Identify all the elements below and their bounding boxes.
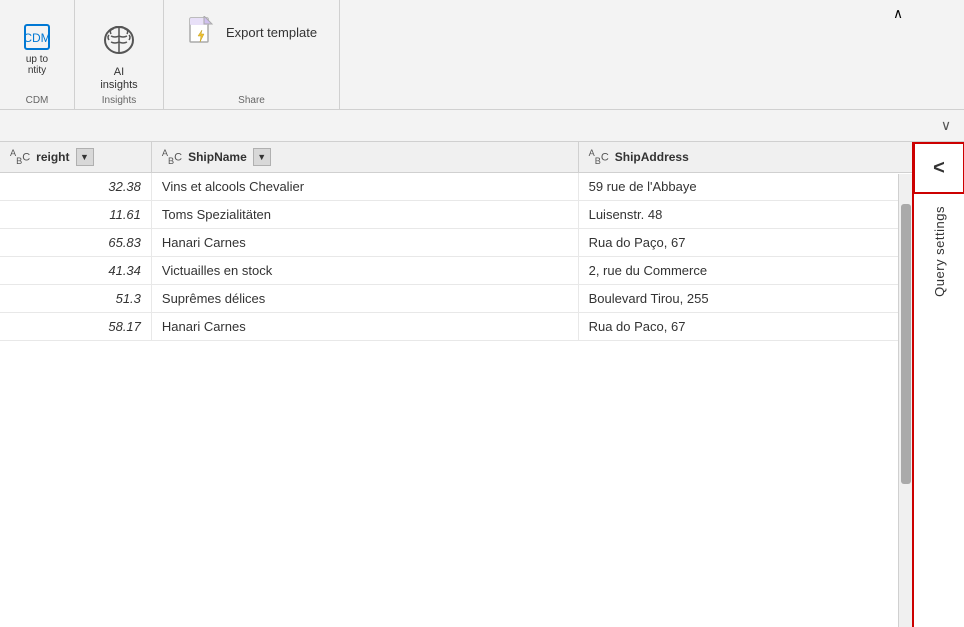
table-row: 32.38 Vins et alcools Chevalier 59 rue d… [0, 173, 964, 201]
col-header-freight: ABC reight ▼ [0, 142, 151, 173]
back-icon: < [933, 157, 945, 180]
cdm-section: CDM up to ntity CDM [0, 0, 75, 110]
shipname-type-icon: ABC [162, 148, 182, 166]
export-template-icon [186, 16, 218, 48]
ai-insights-icon [99, 22, 139, 62]
cell-shipname-5: Hanari Carnes [151, 313, 578, 341]
share-section: Export template Share [164, 0, 340, 110]
cell-shipname-2: Hanari Carnes [151, 229, 578, 257]
cell-shipname-1: Toms Spezialitäten [151, 201, 578, 229]
scrollbar-thumb[interactable] [901, 204, 911, 484]
cdm-button[interactable]: CDM up to ntity [12, 19, 62, 80]
query-settings-panel: < Query settings [912, 142, 964, 627]
freight-type-icon: ABC [10, 148, 30, 166]
cell-freight-1: 11.61 [0, 201, 151, 229]
insights-section: AI insights Insights [75, 0, 164, 110]
shipaddress-type-icon: ABC [589, 148, 609, 166]
query-settings-label: Query settings [932, 206, 947, 297]
col-shipaddress-label: ShipAddress [615, 150, 689, 164]
cdm-section-label: CDM [0, 94, 74, 106]
share-section-label: Share [164, 94, 339, 106]
query-settings-back-button[interactable]: < [913, 142, 964, 194]
col-shipname-label: ShipName [188, 150, 247, 164]
col-freight-label: reight [36, 150, 69, 164]
shipname-dropdown-button[interactable]: ▼ [253, 148, 271, 166]
table-row: 65.83 Hanari Carnes Rua do Paço, 67 [0, 229, 964, 257]
cdm-label: up to ntity [26, 54, 48, 76]
cell-freight-3: 41.34 [0, 257, 151, 285]
col-header-shipname: ABC ShipName ▼ [151, 142, 578, 173]
cell-freight-5: 58.17 [0, 313, 151, 341]
table-row: 11.61 Toms Spezialitäten Luisenstr. 48 [0, 201, 964, 229]
insights-section-label: Insights [75, 94, 163, 106]
cell-shipname-3: Victuailles en stock [151, 257, 578, 285]
main-content: ABC reight ▼ ABC ShipName ▼ [0, 142, 964, 627]
toolbar: CDM up to ntity CDM [0, 0, 964, 110]
collapse-icon: ∧ [893, 6, 903, 22]
export-template-label: Export template [226, 25, 317, 40]
table-row: 41.34 Victuailles en stock 2, rue du Com… [0, 257, 964, 285]
ai-insights-label: AI insights [100, 66, 137, 92]
export-template-button[interactable]: Export template [176, 10, 327, 54]
dropdown-icon: ∨ [941, 117, 951, 134]
cell-freight-2: 65.83 [0, 229, 151, 257]
table-header-row: ABC reight ▼ ABC ShipName ▼ [0, 142, 964, 173]
cell-freight-4: 51.3 [0, 285, 151, 313]
col-header-shipaddress: ABC ShipAddress [578, 142, 963, 173]
svg-text:CDM: CDM [23, 31, 50, 45]
table-row: 51.3 Suprêmes délices Boulevard Tirou, 2… [0, 285, 964, 313]
ribbon-bar: ∨ [0, 110, 964, 142]
cell-shipname-4: Suprêmes délices [151, 285, 578, 313]
table-row: 58.17 Hanari Carnes Rua do Paco, 67 [0, 313, 964, 341]
collapse-ribbon-button[interactable]: ∧ [884, 0, 912, 28]
ribbon-dropdown-button[interactable]: ∨ [928, 110, 964, 141]
cell-freight-0: 32.38 [0, 173, 151, 201]
freight-dropdown-button[interactable]: ▼ [76, 148, 94, 166]
cell-shipname-0: Vins et alcools Chevalier [151, 173, 578, 201]
vertical-scrollbar[interactable] [898, 174, 912, 627]
ribbon-bar-right: ∨ [928, 110, 964, 141]
cdm-icon: CDM [23, 23, 51, 51]
data-table: ABC reight ▼ ABC ShipName ▼ [0, 142, 964, 341]
